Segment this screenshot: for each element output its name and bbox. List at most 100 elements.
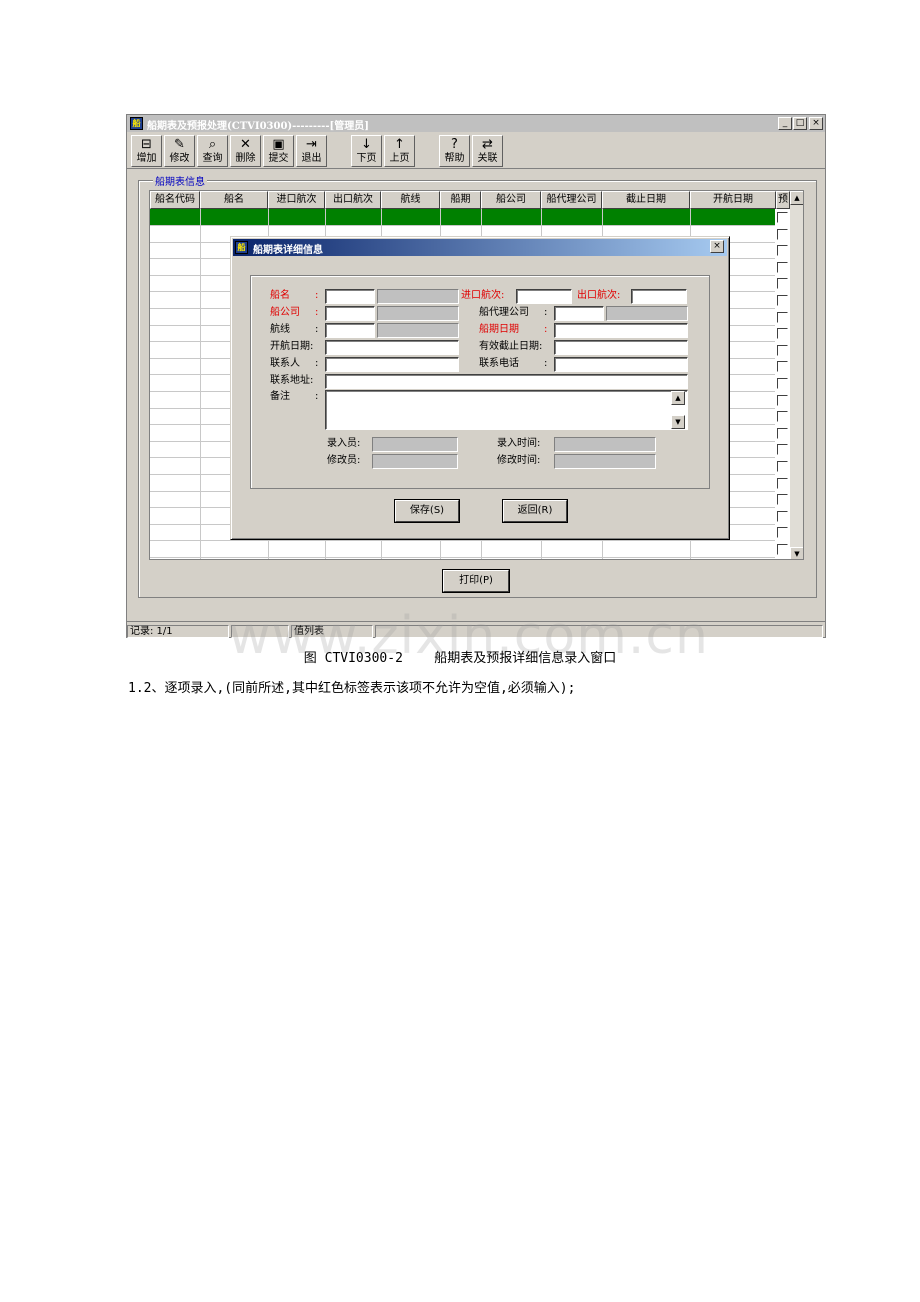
forecast-checkbox[interactable]: [777, 278, 788, 289]
address-input[interactable]: [325, 374, 688, 389]
export-voyage-label: 出口航次:: [577, 290, 621, 301]
forecast-checkbox[interactable]: [777, 544, 788, 555]
grid-column-header[interactable]: 船公司: [481, 191, 541, 209]
forecast-checkbox[interactable]: [777, 361, 788, 372]
forecast-checkbox[interactable]: [777, 245, 788, 256]
exit-door-icon: ⇥: [306, 137, 317, 152]
forecast-checkbox[interactable]: [777, 444, 788, 455]
toolbar-button-label: 退出: [301, 153, 322, 164]
grid-column-header[interactable]: 航线: [381, 191, 440, 209]
forecast-checkbox[interactable]: [777, 395, 788, 406]
record-count: 记录: 1/1: [127, 625, 229, 638]
toolbar-button-9[interactable]: ⇄ 关联: [472, 135, 503, 167]
forecast-checkbox[interactable]: [777, 295, 788, 306]
phone-colon: :: [544, 358, 548, 369]
toolbar-button-5[interactable]: ⇥ 退出: [296, 135, 327, 167]
import-voyage-label: 进口航次:: [461, 290, 505, 301]
forecast-checkbox[interactable]: [777, 378, 788, 389]
agent-company-input[interactable]: [554, 306, 604, 321]
valid-deadline-input[interactable]: [554, 340, 688, 355]
modified-time-label: 修改时间:: [497, 455, 541, 466]
maximize-button[interactable]: □: [793, 117, 807, 130]
forecast-checkbox[interactable]: [777, 345, 788, 356]
save-button[interactable]: 保存(S): [394, 499, 460, 523]
grid-column-header[interactable]: 预: [776, 191, 790, 209]
grid-column-header[interactable]: 船名: [200, 191, 268, 209]
grid-column-header[interactable]: 船代理公司: [541, 191, 602, 209]
close-button[interactable]: ×: [809, 117, 823, 130]
window-title: 船期表及预报处理(CTVI0300)---------[管理员]: [147, 121, 369, 132]
phone-input[interactable]: [554, 357, 688, 372]
grid-row-divider: [150, 225, 775, 226]
selected-row[interactable]: [150, 209, 775, 226]
toolbar-button-4[interactable]: ▣ 提交: [263, 135, 294, 167]
toolbar-button-1[interactable]: ✎ 修改: [164, 135, 195, 167]
grid-column-header[interactable]: 开航日期: [690, 191, 776, 209]
grid-column-header[interactable]: 船期: [440, 191, 481, 209]
toolbar-button-7[interactable]: ↑ 上页: [384, 135, 415, 167]
remark-scroll-up-icon[interactable]: ▲: [671, 391, 685, 405]
modified-by-readonly: [372, 454, 458, 469]
forecast-checkbox[interactable]: [777, 527, 788, 538]
toolbar-button-0[interactable]: ⊟ 增加: [131, 135, 162, 167]
ship-date-colon: :: [544, 324, 548, 335]
dialog-close-button[interactable]: ×: [710, 240, 724, 253]
ship-date-input[interactable]: [554, 323, 688, 338]
scroll-up-arrow-icon[interactable]: ▲: [790, 191, 803, 205]
forecast-checkbox[interactable]: [777, 461, 788, 472]
sailing-date-input[interactable]: [325, 340, 459, 355]
forecast-checkbox[interactable]: [777, 312, 788, 323]
forecast-checkbox[interactable]: [777, 494, 788, 505]
toolbar-button-label: 关联: [477, 153, 498, 164]
agent-company-label: 船代理公司: [479, 307, 529, 318]
agent-company-colon: :: [544, 307, 548, 318]
toolbar-button-label: 上页: [389, 153, 410, 164]
contact-input[interactable]: [325, 357, 459, 372]
toolbar-button-6[interactable]: ↓ 下页: [351, 135, 382, 167]
remark-textarea[interactable]: ▲ ▼: [325, 390, 688, 430]
forecast-checkbox[interactable]: [777, 229, 788, 240]
grid-column-header[interactable]: 截止日期: [602, 191, 690, 209]
toolbar-button-label: 删除: [235, 153, 256, 164]
forecast-checkbox[interactable]: [777, 511, 788, 522]
route-input[interactable]: [325, 323, 375, 338]
forecast-checkbox[interactable]: [777, 428, 788, 439]
ship-code-input[interactable]: [325, 289, 375, 304]
grid-scrollbar[interactable]: ▲ ▼: [790, 191, 803, 559]
print-button[interactable]: 打印(P): [442, 569, 510, 593]
forecast-checkbox[interactable]: [777, 328, 788, 339]
remark-scroll-down-icon[interactable]: ▼: [671, 415, 685, 429]
toolbar: ⊟ 增加 ✎ 修改 ⌕ 查询 ✕ 删除 ▣ 提交 ⇥ 退出 ↓ 下页 ↑ 上页? 帮助 ⇄ 关联: [127, 133, 825, 169]
grid-column-header[interactable]: 出口航次: [325, 191, 381, 209]
forecast-checkbox[interactable]: [777, 212, 788, 223]
back-button[interactable]: 返回(R): [502, 499, 568, 523]
link-icon: ⇄: [482, 137, 493, 152]
ship-company-colon: :: [315, 307, 319, 318]
grid-column-header[interactable]: 船名代码: [150, 191, 200, 209]
dialog-title: 船期表详细信息: [253, 245, 323, 256]
grid-row-divider: [150, 557, 775, 558]
ship-date-label: 船期日期: [479, 324, 519, 335]
toolbar-button-3[interactable]: ✕ 删除: [230, 135, 261, 167]
minimize-button[interactable]: _: [778, 117, 792, 130]
sailing-date-label: 开航日期:: [270, 341, 314, 352]
scroll-down-arrow-icon[interactable]: ▼: [790, 547, 803, 559]
import-voyage-input[interactable]: [516, 289, 572, 304]
ship-company-readonly: [377, 306, 459, 321]
dialog-title-bar: 船 船期表详细信息: [233, 239, 727, 256]
arrow-up-icon: ↑: [394, 137, 405, 152]
entered-by-label: 录入员:: [327, 438, 361, 449]
forecast-checkbox[interactable]: [777, 262, 788, 273]
arrow-down-icon: ↓: [361, 137, 372, 152]
entered-time-label: 录入时间:: [497, 438, 541, 449]
grid-column-header[interactable]: 进口航次: [268, 191, 325, 209]
export-voyage-input[interactable]: [631, 289, 687, 304]
ship-company-input[interactable]: [325, 306, 375, 321]
forecast-checkbox[interactable]: [777, 411, 788, 422]
toolbar-button-2[interactable]: ⌕ 查询: [197, 135, 228, 167]
forecast-checkbox[interactable]: [777, 478, 788, 489]
ship-name-readonly: [377, 289, 459, 304]
toolbar-button-8[interactable]: ? 帮助: [439, 135, 470, 167]
toolbar-button-label: 提交: [268, 153, 289, 164]
figure-caption: 图 CTVI0300-2 船期表及预报详细信息录入窗口: [303, 651, 617, 666]
